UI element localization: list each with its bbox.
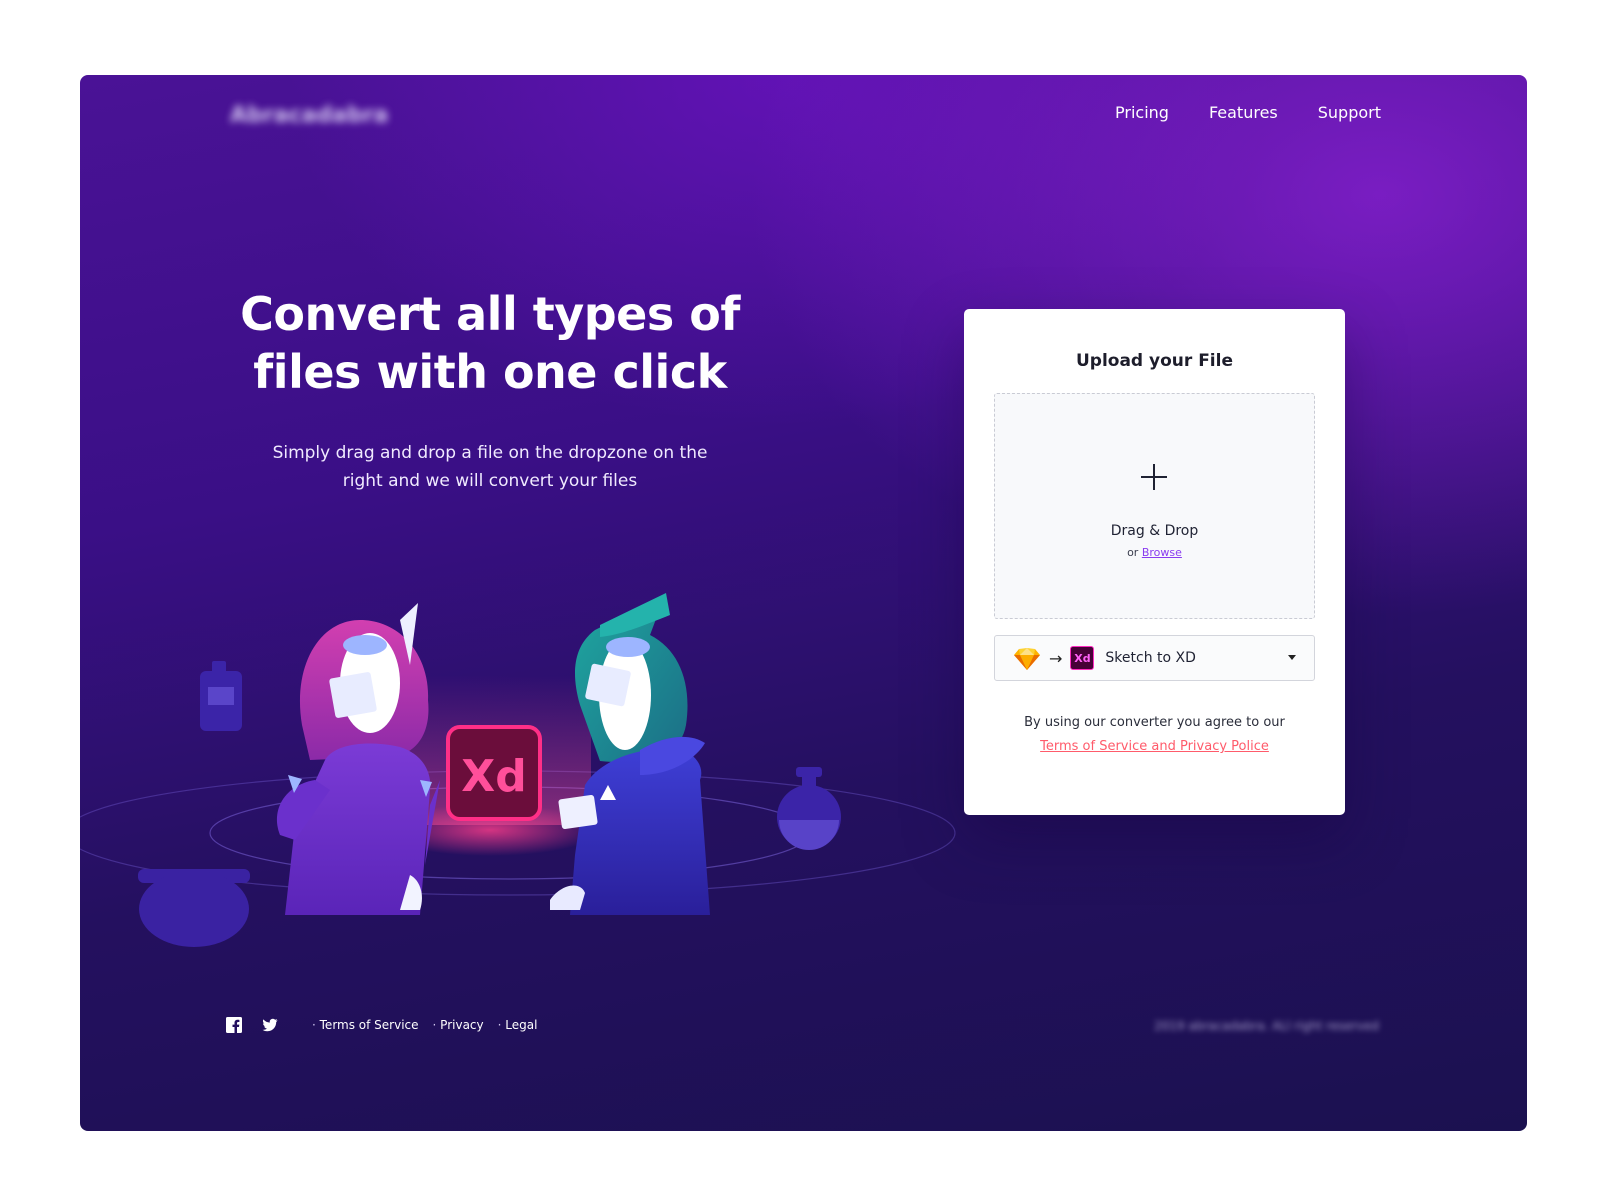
terms-link[interactable]: Terms of Service and Privacy Police bbox=[1040, 739, 1269, 754]
agreement-label: By using our converter you agree to our bbox=[1024, 715, 1285, 730]
agreement-text: By using our converter you agree to our … bbox=[964, 711, 1345, 759]
hero-subtitle: Simply drag and drop a file on the dropz… bbox=[272, 443, 708, 491]
wizards-illustration: Xd bbox=[80, 593, 956, 947]
plus-icon bbox=[1141, 464, 1167, 490]
footer-terms-link[interactable]: Terms of Service bbox=[312, 1018, 419, 1032]
footer-legal-link[interactable]: Legal bbox=[498, 1018, 537, 1032]
flask bbox=[777, 767, 841, 850]
footer-privacy-link[interactable]: Privacy bbox=[433, 1018, 483, 1032]
pink-wizard bbox=[299, 603, 429, 760]
purple-wizard bbox=[276, 743, 440, 915]
sketch-icon bbox=[1014, 648, 1040, 670]
drag-drop-label: Drag & Drop bbox=[1110, 523, 1199, 539]
twitter-icon[interactable] bbox=[262, 1017, 278, 1033]
potion-bottle bbox=[200, 661, 242, 731]
hero-section: Convert all types of files with one clic… bbox=[230, 285, 750, 495]
copyright-text: 2019 abracadabra. ALl right reserved bbox=[1154, 1019, 1379, 1033]
browse-link[interactable]: Browse bbox=[1142, 546, 1182, 559]
logo[interactable]: Abracadabra bbox=[230, 103, 388, 128]
upload-title: Upload your File bbox=[1075, 351, 1233, 371]
svg-text:Xd: Xd bbox=[461, 751, 526, 802]
browse-line: or Browse bbox=[995, 546, 1314, 559]
nav-features[interactable]: Features bbox=[1209, 103, 1278, 122]
footer: Terms of Service Privacy Legal bbox=[226, 1017, 537, 1033]
nav-pricing[interactable]: Pricing bbox=[1115, 103, 1169, 122]
xd-icon: Xd bbox=[1070, 646, 1095, 670]
hero-title: Convert all types of files with one clic… bbox=[230, 285, 750, 401]
dropzone[interactable]: Drag & Drop or Browse bbox=[994, 393, 1315, 619]
conversion-selected-value: Sketch to XD bbox=[1105, 650, 1196, 666]
arrow-right-icon: → bbox=[1049, 648, 1063, 668]
xd-badge-illustration: Xd bbox=[446, 725, 542, 821]
or-text: or bbox=[1127, 546, 1139, 559]
nav-support[interactable]: Support bbox=[1318, 103, 1381, 122]
page-frame: Abracadabra Pricing Features Support Con… bbox=[80, 75, 1527, 1131]
top-nav: Pricing Features Support bbox=[1115, 103, 1381, 122]
teal-wizard bbox=[575, 593, 688, 763]
facebook-icon[interactable] bbox=[226, 1017, 242, 1033]
chevron-down-icon bbox=[1288, 655, 1296, 660]
hero-title-line2: files with one click bbox=[253, 345, 727, 399]
conversion-select[interactable]: → Xd Sketch to XD bbox=[994, 635, 1315, 681]
hero-title-line1: Convert all types of bbox=[240, 287, 740, 341]
upload-card: Upload your File Drag & Drop or Browse →… bbox=[964, 309, 1345, 815]
cauldron bbox=[138, 869, 250, 947]
